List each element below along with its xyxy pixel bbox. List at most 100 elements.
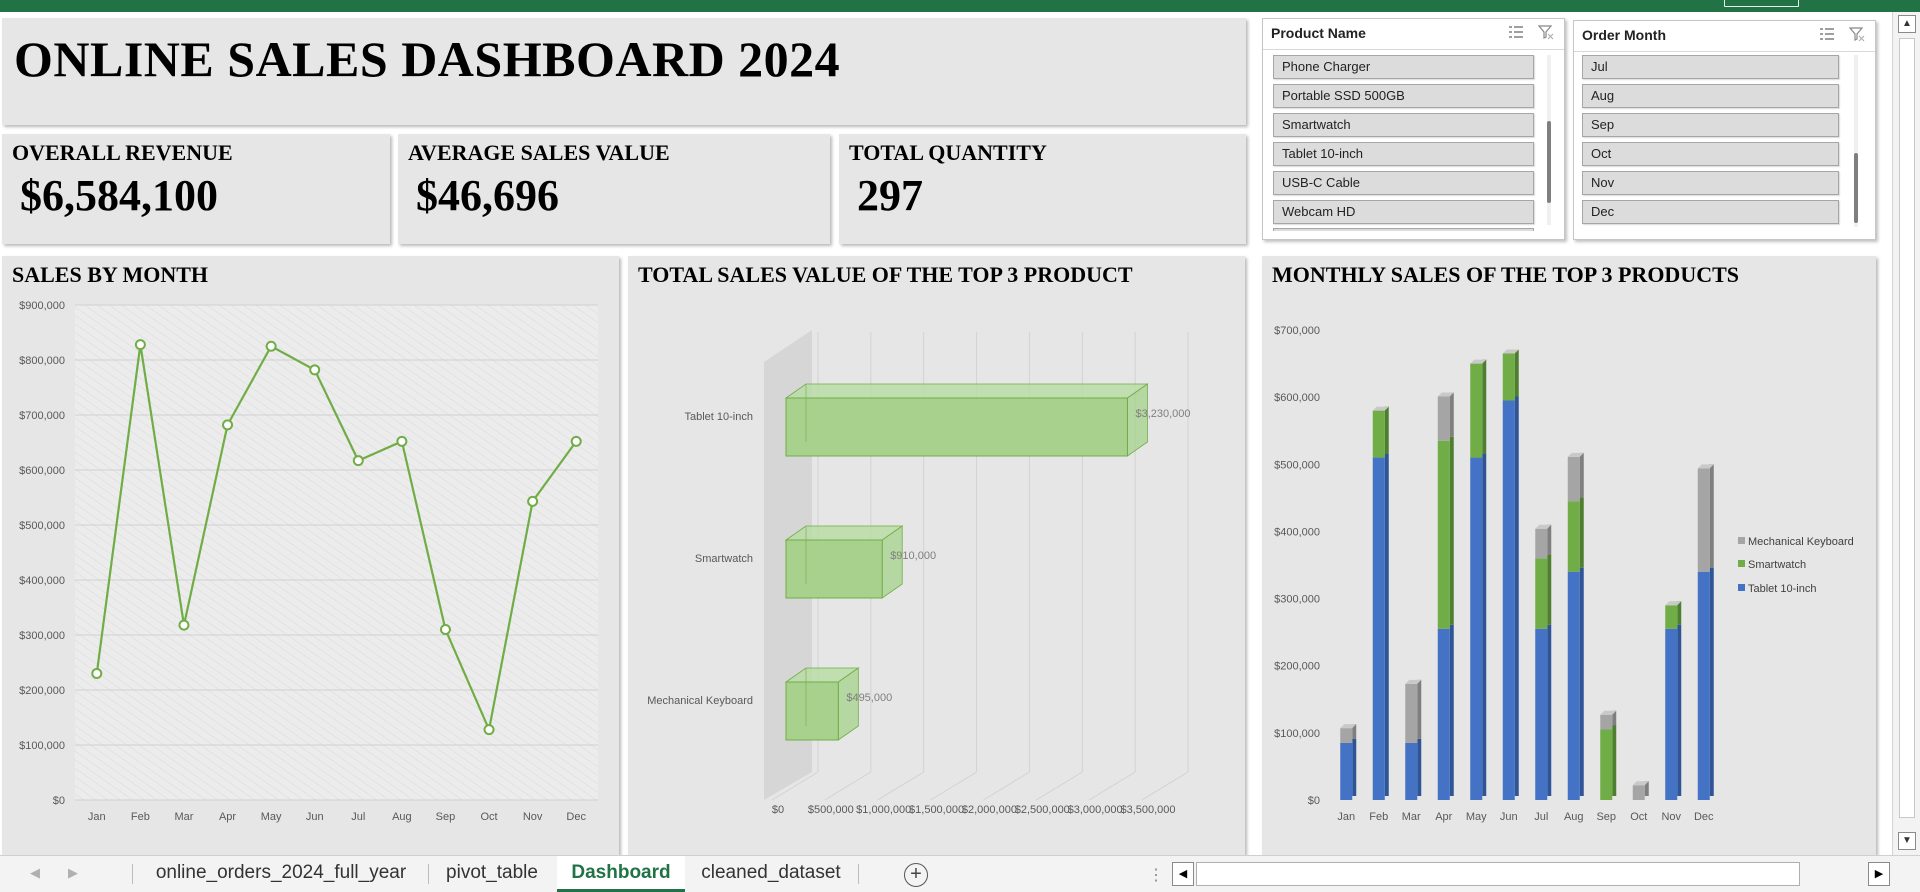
x-tick-label: Jun — [1500, 811, 1518, 823]
data-point — [265, 340, 277, 352]
slicer-product-name[interactable]: Product Name Phone Charger Portable SSD … — [1262, 18, 1565, 240]
plot-area — [75, 305, 598, 800]
scroll-down-arrow-icon[interactable]: ▼ — [1898, 832, 1916, 850]
column-segment — [1697, 468, 1710, 572]
gridline — [824, 771, 872, 801]
column-segment — [1567, 571, 1580, 800]
gridline — [877, 771, 924, 801]
y-tick-label: $0 — [53, 795, 65, 807]
y-tick-label: $500,000 — [19, 520, 65, 532]
legend-label: Smartwatch — [1748, 559, 1806, 571]
y-category-label: Mechanical Keyboard — [647, 695, 753, 707]
scroll-right-arrow-icon[interactable]: ▶ — [1868, 862, 1890, 886]
tab-dashboard[interactable]: Dashboard — [557, 856, 685, 892]
y-tick-label: $700,000 — [19, 410, 65, 422]
slicer-item[interactable]: USB-C Cable — [1273, 171, 1534, 195]
y-category-label: Tablet 10-inch — [685, 411, 754, 423]
column-side — [1709, 464, 1714, 568]
x-tick-label: Aug — [1564, 811, 1584, 823]
x-tick-label: Feb — [131, 811, 150, 823]
slicer-item[interactable]: Jul — [1582, 55, 1839, 79]
prev-sheet-icon[interactable]: ◀ — [30, 865, 40, 881]
tab-pivot-table[interactable]: pivot_table — [432, 856, 552, 892]
legend-swatch — [1738, 560, 1745, 567]
tab-online-orders[interactable]: online_orders_2024_full_year — [140, 856, 422, 892]
gridline — [930, 771, 977, 801]
window-control[interactable] — [1724, 0, 1799, 7]
column-side — [1547, 524, 1552, 555]
slicer-scroll-thumb[interactable] — [1547, 121, 1551, 203]
y-tick-label: $200,000 — [1274, 661, 1320, 673]
y-tick-label: $700,000 — [1274, 325, 1320, 337]
legend-swatch — [1738, 584, 1745, 591]
vertical-scrollbar[interactable]: ▲ ▼ — [1892, 12, 1920, 855]
slicer-item[interactable]: Nov — [1582, 171, 1839, 195]
column-segment — [1600, 714, 1613, 730]
scroll-up-arrow-icon[interactable]: ▲ — [1898, 15, 1916, 33]
slicer-item[interactable]: Portable SSD 500GB — [1273, 84, 1534, 108]
chart-monthly-top3[interactable]: MONTHLY SALES OF THE TOP 3 PRODUCTS $0 $1… — [1262, 256, 1876, 855]
multi-select-icon[interactable] — [1508, 24, 1524, 40]
slicer-scroll-thumb[interactable] — [1854, 153, 1858, 223]
horizontal-scrollbar[interactable] — [1196, 862, 1800, 886]
slicer-item[interactable]: Oct — [1582, 142, 1839, 166]
x-tick-label: Jul — [1534, 811, 1548, 823]
dashboard-title: ONLINE SALES DASHBOARD 2024 — [14, 31, 841, 87]
column-side — [1482, 453, 1487, 796]
x-tick-label: Feb — [1369, 811, 1388, 823]
chart-top3-total-sales[interactable]: TOTAL SALES VALUE OF THE TOP 3 PRODUCT $… — [628, 256, 1245, 855]
column-side — [1352, 738, 1357, 796]
scroll-left-arrow-icon[interactable]: ◀ — [1172, 862, 1194, 886]
column-segment — [1437, 628, 1450, 800]
bar-chart-3d: $0 $500,000 $1,000,000$1,500,000$2,000,000… — [647, 330, 1191, 816]
column-segment — [1697, 571, 1710, 800]
kpi-average-sales-value: AVERAGE SALES VALUE $46,696 — [398, 134, 830, 244]
tab-cleaned-dataset[interactable]: cleaned_dataset — [690, 856, 852, 892]
x-tick-label: $1,500,000 — [909, 804, 964, 816]
slicer-item[interactable]: Tablet 10-inch — [1273, 142, 1534, 166]
x-tick-label: Sep — [1596, 811, 1616, 823]
column-side — [1547, 554, 1552, 625]
more-options-icon[interactable]: ⋮ — [1148, 865, 1164, 885]
column-side — [1417, 738, 1422, 796]
kpi-label: AVERAGE SALES VALUE — [408, 140, 670, 165]
slicer-item[interactable]: Dec — [1582, 200, 1839, 224]
legend-swatch — [1738, 537, 1745, 544]
column-side — [1514, 396, 1519, 796]
chart-sales-by-month[interactable]: SALES BY MONTH $0 $100,000 $200,000 $300,00… — [2, 256, 619, 855]
data-point — [570, 435, 582, 447]
next-sheet-icon[interactable]: ▶ — [68, 865, 78, 881]
slicer-item[interactable]: Webcam HD — [1273, 200, 1534, 224]
slicer-item[interactable]: Sep — [1582, 113, 1839, 137]
column-segment — [1340, 742, 1353, 800]
slicer-item[interactable]: Smartwatch — [1273, 113, 1534, 137]
clear-filter-icon[interactable] — [1849, 26, 1865, 42]
kpi-label: TOTAL QUANTITY — [849, 140, 1047, 165]
column-side — [1709, 567, 1714, 796]
stacked-column-chart: $0 $100,000 $200,000 $300,000 $400,000 $500,0… — [1274, 325, 1854, 823]
column-side — [1384, 406, 1389, 454]
kpi-value: 297 — [857, 171, 923, 220]
y-tick-label: $800,000 — [19, 355, 65, 367]
x-tick-label: $500,000 — [808, 804, 854, 816]
slicer-item[interactable]: Phone Charger — [1273, 55, 1534, 79]
column-segment — [1502, 353, 1515, 401]
y-tick-label: $100,000 — [1274, 728, 1320, 740]
y-tick-label: $600,000 — [19, 465, 65, 477]
vertical-scroll-thumb[interactable] — [1899, 38, 1915, 818]
data-point — [439, 624, 451, 635]
x-tick-label: $0 — [772, 804, 784, 816]
slicer-item[interactable]: Aug — [1582, 84, 1839, 108]
clear-filter-icon[interactable] — [1538, 24, 1554, 40]
legend-label: Tablet 10-inch — [1748, 583, 1817, 595]
multi-select-icon[interactable] — [1819, 26, 1835, 42]
slicer-header: Order Month — [1582, 27, 1666, 43]
column-segment — [1405, 742, 1418, 800]
data-point — [396, 435, 408, 447]
y-tick-label: $0 — [1308, 795, 1320, 807]
x-tick-label: $1,000,000 — [856, 804, 911, 816]
x-tick-label: Oct — [1630, 811, 1647, 823]
add-sheet-icon[interactable]: + — [904, 863, 928, 887]
slicer-order-month[interactable]: Order Month Jul Aug Sep Oct Nov Dec — [1573, 20, 1876, 240]
column-segment — [1340, 728, 1353, 743]
